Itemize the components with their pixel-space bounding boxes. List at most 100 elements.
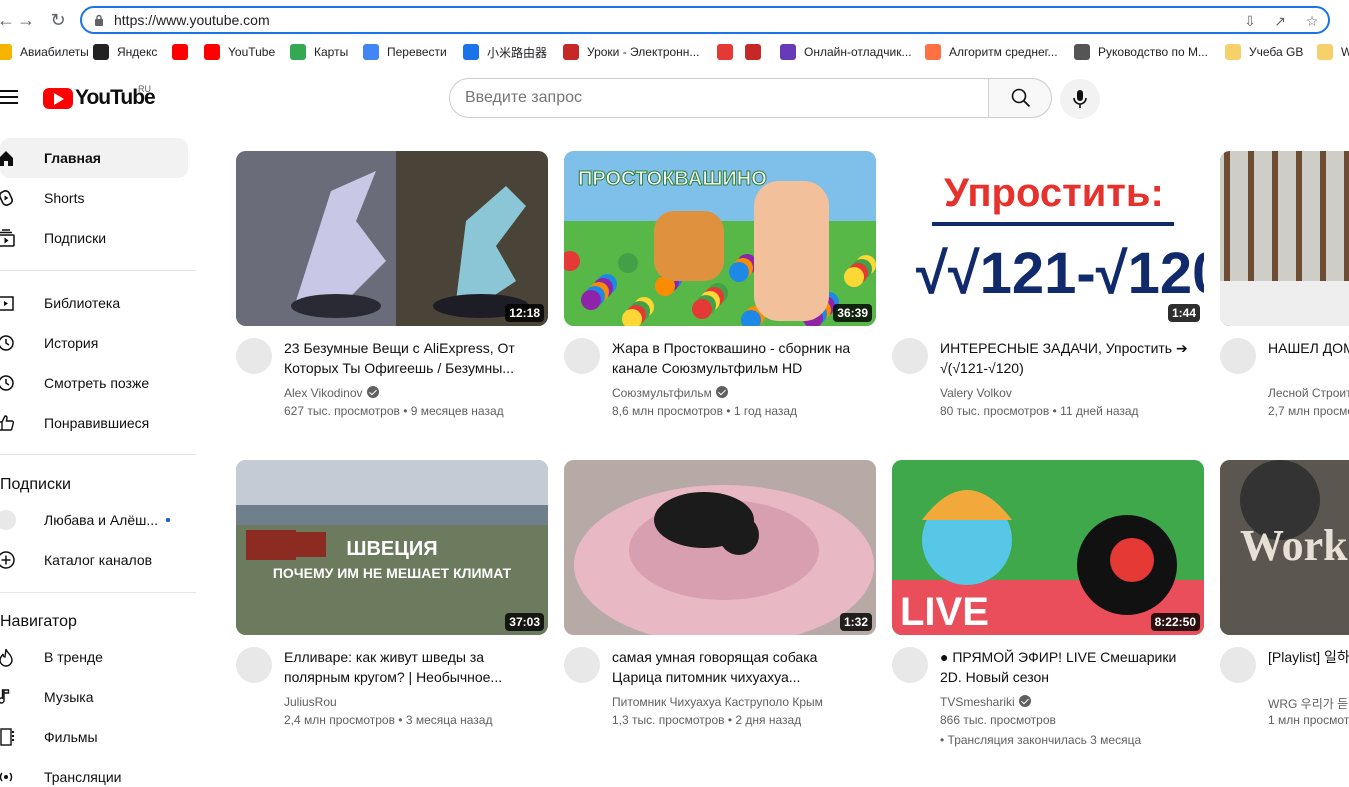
- sidebar-item[interactable]: Смотреть позже: [0, 363, 188, 403]
- sidebar-item[interactable]: Трансляции: [0, 757, 188, 787]
- video-metadata: 8,6 млн просмотров • 1 год назад: [612, 404, 797, 418]
- channel-avatar[interactable]: [1220, 338, 1256, 374]
- voice-search-button[interactable]: [1060, 79, 1100, 119]
- sidebar-item[interactable]: Каталог каналов: [0, 540, 188, 580]
- share-icon[interactable]: ↗: [1272, 13, 1288, 29]
- video-thumbnail[interactable]: Упростить: √√121-√120 1:44: [892, 151, 1204, 326]
- video-thumbnail[interactable]: ШВЕЦИЯ ПОЧЕМУ ИМ НЕ МЕШАЕТ КЛИМАТ 37:03: [236, 460, 548, 635]
- channel-avatar[interactable]: [892, 338, 928, 374]
- bookmark-item[interactable]: Онлайн-отладчик...: [780, 43, 912, 61]
- reload-icon[interactable]: ↻: [48, 10, 68, 30]
- separator-dot: •: [399, 404, 411, 418]
- watch-later-icon: [0, 373, 16, 393]
- video-thumbnail[interactable]: 12:18: [236, 151, 548, 326]
- view-count: 1 млн просмотров: [1268, 713, 1349, 727]
- video-title[interactable]: ИНТЕРЕСНЫЕ ЗАДАЧИ, Упростить ➔ √(√121-√1…: [940, 338, 1190, 378]
- bookmark-item[interactable]: YouTube: [204, 43, 275, 61]
- hat-icon: [717, 44, 733, 60]
- sidebar-item[interactable]: Любава и Алёш...: [0, 500, 188, 540]
- back-icon[interactable]: ←: [0, 10, 16, 30]
- bookmark-item[interactable]: 小米路由器: [463, 43, 547, 61]
- sidebar-item[interactable]: В тренде: [0, 637, 188, 677]
- add-circle-icon: [0, 550, 16, 570]
- view-count: 1,3 тыс. просмотров: [612, 713, 725, 727]
- video-title[interactable]: ● ПРЯМОЙ ЭФИР! LIVE Смешарики 2D. Новый …: [940, 647, 1190, 687]
- sidebar-item-label: Музыка: [44, 689, 94, 705]
- channel-name[interactable]: Союзмультфильм: [612, 386, 728, 400]
- sidebar-item[interactable]: Главная: [0, 138, 188, 178]
- svg-text:LIVE: LIVE: [900, 590, 989, 634]
- channel-name[interactable]: Alex Vikodinov: [284, 386, 379, 400]
- bookmark-item[interactable]: Авиабилеты: [0, 43, 89, 61]
- bookmark-item[interactable]: Учеба GB: [1225, 43, 1303, 61]
- bookmark-label: Перевести: [387, 45, 447, 59]
- sidebar-item-label: Любава и Алёш...: [44, 512, 159, 528]
- channel-name[interactable]: JuliusRou: [284, 695, 337, 709]
- install-icon[interactable]: ⇩: [1242, 13, 1258, 29]
- channel-name[interactable]: Питомник Чихуахуа Каструполо Крым: [612, 695, 823, 709]
- svg-text:Work: Work: [1240, 521, 1348, 570]
- sidebar-item[interactable]: История: [0, 323, 188, 363]
- video-thumbnail[interactable]: ПРОСТОКВАШИНО 36:39: [564, 151, 876, 326]
- separator-dot: •: [724, 713, 736, 727]
- video-title[interactable]: Жара в Простоквашино - сборник на канале…: [612, 338, 862, 378]
- sidebar-item[interactable]: Shorts: [0, 178, 188, 218]
- video-thumbnail[interactable]: 1:32: [564, 460, 876, 635]
- school-icon: [563, 44, 579, 60]
- view-count: 2,4 млн просмотров: [284, 713, 395, 727]
- bookmark-label: Алгоритм среднег...: [949, 45, 1058, 59]
- sidebar-item[interactable]: Подписки: [0, 218, 188, 258]
- channel-name-text: Лесной Строитель: [1268, 386, 1349, 400]
- video-thumbnail[interactable]: LIVE 8:22:50: [892, 460, 1204, 635]
- channel-name[interactable]: TVSmeshariki: [940, 695, 1031, 709]
- channel-avatar[interactable]: [564, 338, 600, 374]
- video-thumbnail[interactable]: Work: [1220, 460, 1349, 635]
- channel-avatar[interactable]: [892, 647, 928, 683]
- channel-avatar[interactable]: [236, 647, 272, 683]
- bookmark-star-icon[interactable]: ☆: [1304, 13, 1320, 29]
- video-metadata: 1,3 тыс. просмотров • 2 дня назад: [612, 713, 801, 727]
- sidebar-item[interactable]: Понравившиеся: [0, 403, 188, 443]
- channel-name[interactable]: WRG 우리가 듣...: [1268, 695, 1349, 712]
- address-bar[interactable]: https://www.youtube.com ⇩ ↗ ☆: [80, 6, 1330, 34]
- yandex-icon: [93, 44, 109, 60]
- video-title[interactable]: [Playlist] 일하... 한 8시간 재즈...: [1268, 647, 1349, 667]
- channel-avatar[interactable]: [1220, 647, 1256, 683]
- bookmark-item[interactable]: Руководство по M...: [1074, 43, 1208, 61]
- sidebar-item[interactable]: Библиотека: [0, 283, 188, 323]
- sidebar-divider: [0, 592, 196, 593]
- video-title[interactable]: самая умная говорящая собака Царица пито…: [612, 647, 862, 687]
- video-title[interactable]: НАШЕЛ ДОМ В ЛЕСУ. ЗАНОЧЕВАЛ...: [1268, 338, 1349, 358]
- sidebar-item-label: Смотреть позже: [44, 375, 150, 391]
- bookmark-item[interactable]: Перевести: [363, 43, 447, 61]
- channel-name[interactable]: Valery Volkov: [940, 386, 1012, 400]
- bookmark-item[interactable]: Яндекс: [93, 43, 157, 61]
- bookmark-item[interactable]: Карты: [290, 43, 348, 61]
- bookmark-label: Уроки - Электронн...: [587, 45, 700, 59]
- bookmark-item[interactable]: [717, 43, 741, 61]
- menu-icon[interactable]: [0, 90, 18, 104]
- bookmark-item[interactable]: Уроки - Электронн...: [563, 43, 699, 61]
- youtube-logo[interactable]: YouTube RU: [43, 84, 156, 109]
- yt-header: YouTube RU Введите запрос: [0, 64, 1349, 134]
- search-button[interactable]: [988, 78, 1052, 118]
- video-thumbnail[interactable]: [1220, 151, 1349, 326]
- sidebar-item[interactable]: Фильмы: [0, 717, 188, 757]
- video-title[interactable]: Елливаре: как живут шведы за полярным кр…: [284, 647, 534, 687]
- verified-check-icon: [715, 386, 728, 398]
- bookmark-item[interactable]: W: [1317, 43, 1349, 61]
- channel-avatar[interactable]: [236, 338, 272, 374]
- bookmark-item[interactable]: Алгоритм среднег...: [925, 43, 1058, 61]
- channel-name[interactable]: Лесной Строитель: [1268, 386, 1349, 400]
- region-label: RU: [138, 84, 151, 94]
- bookmark-item[interactable]: [172, 43, 196, 61]
- sidebar-divider: [0, 454, 196, 455]
- channel-name-text: Valery Volkov: [940, 386, 1012, 400]
- forward-icon[interactable]: →: [16, 10, 36, 30]
- page: ← → ↻ https://www.youtube.com ⇩ ↗ ☆ Авиа…: [0, 0, 1349, 787]
- search-input[interactable]: Введите запрос: [449, 78, 989, 118]
- video-title[interactable]: 23 Безумные Вещи с AliExpress, От Которы…: [284, 338, 534, 378]
- bookmark-item[interactable]: [745, 43, 769, 61]
- sidebar-item[interactable]: Музыка: [0, 677, 188, 717]
- channel-avatar[interactable]: [564, 647, 600, 683]
